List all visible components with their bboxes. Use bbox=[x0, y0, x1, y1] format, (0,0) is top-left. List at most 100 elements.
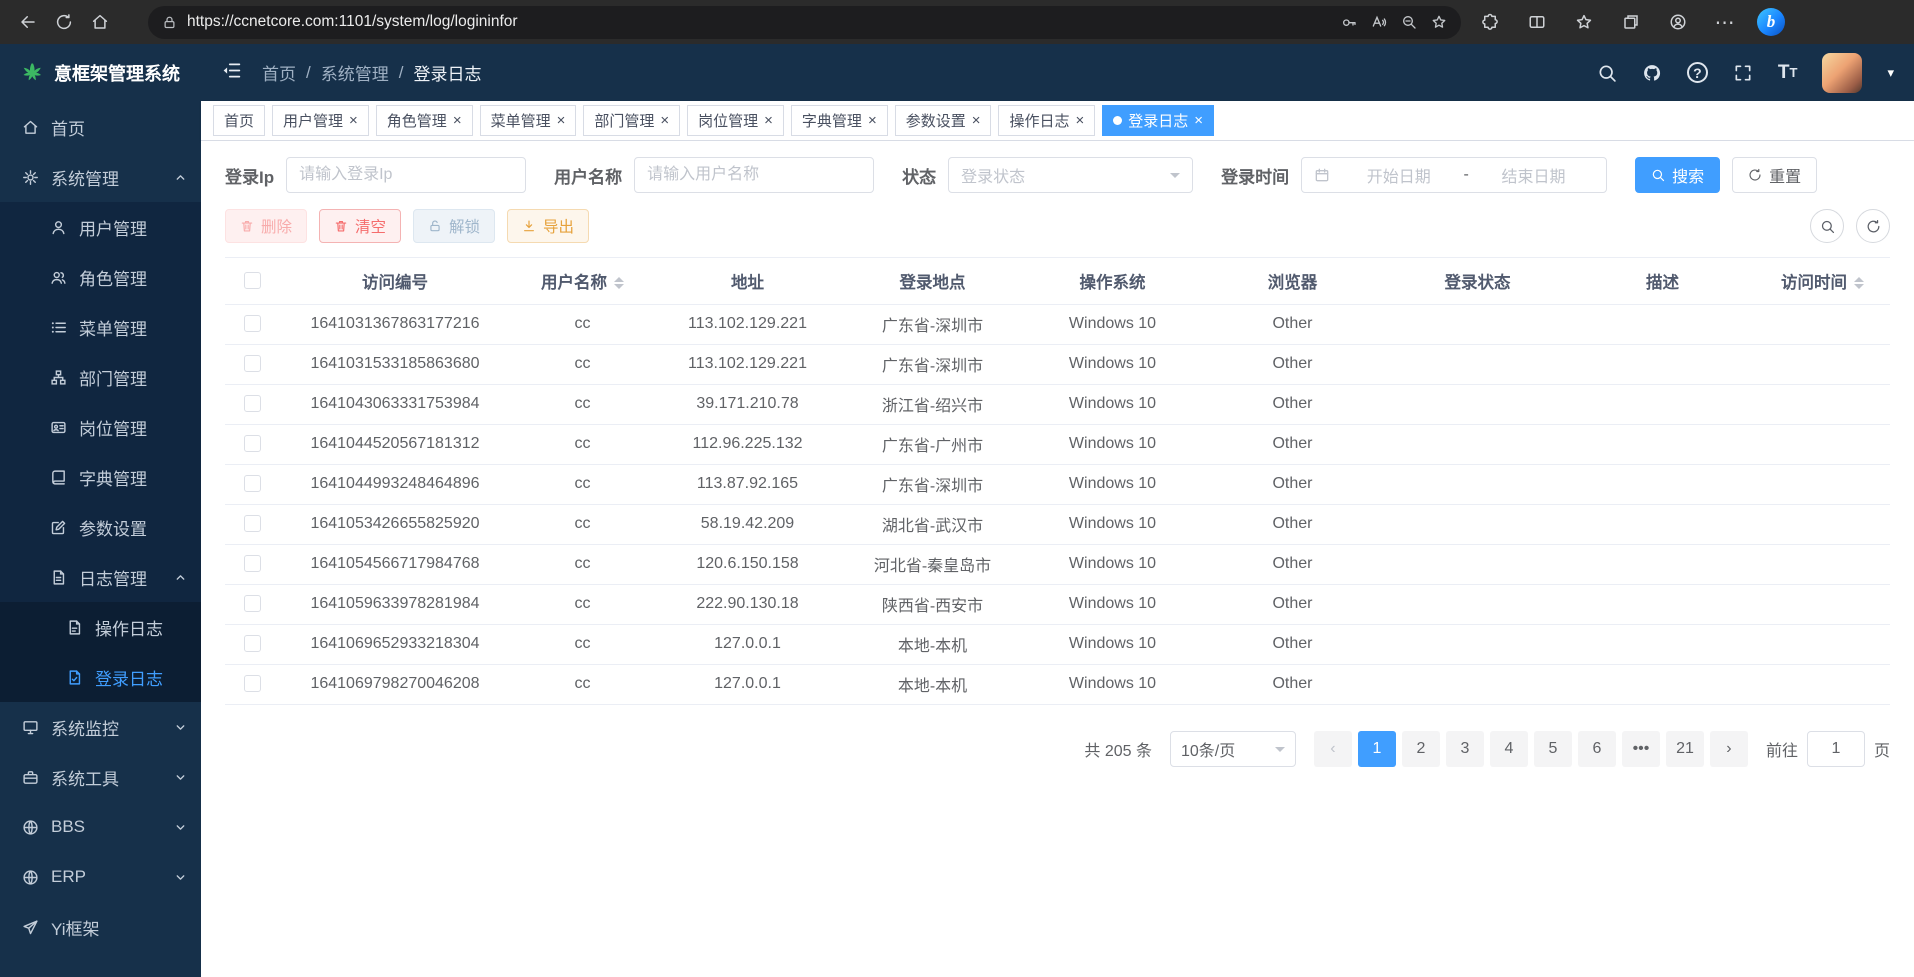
favorites-star-icon[interactable] bbox=[1431, 14, 1447, 30]
sidebar-item-bbs[interactable]: BBS bbox=[0, 802, 201, 852]
reset-button[interactable]: 重置 bbox=[1732, 157, 1817, 193]
help-icon[interactable]: ? bbox=[1687, 62, 1708, 83]
url-text[interactable]: https://ccnetcore.com:1101/system/log/lo… bbox=[187, 13, 1327, 31]
address-bar[interactable]: https://ccnetcore.com:1101/system/log/lo… bbox=[148, 6, 1461, 39]
split-screen-icon[interactable] bbox=[1522, 7, 1552, 37]
row-checkbox[interactable] bbox=[244, 435, 261, 452]
tab-close-icon[interactable]: × bbox=[764, 113, 773, 128]
tab-role-mgmt[interactable]: 角色管理× bbox=[376, 105, 473, 136]
filter-ip-input[interactable] bbox=[286, 157, 526, 193]
row-checkbox[interactable] bbox=[244, 675, 261, 692]
tab-user-mgmt[interactable]: 用户管理× bbox=[272, 105, 369, 136]
sidebar-item-system-mgmt[interactable]: 系统管理 bbox=[0, 152, 201, 202]
tab-post-mgmt[interactable]: 岗位管理× bbox=[687, 105, 784, 136]
sidebar-item-user-mgmt[interactable]: 用户管理 bbox=[0, 202, 201, 252]
sidebar-item-yi-framework[interactable]: Yi框架 bbox=[0, 902, 201, 952]
sidebar-item-dept-mgmt[interactable]: 部门管理 bbox=[0, 352, 201, 402]
user-avatar[interactable] bbox=[1822, 53, 1862, 93]
tab-close-icon[interactable]: × bbox=[557, 113, 566, 128]
sort-caret-icon[interactable] bbox=[614, 277, 624, 289]
export-button[interactable]: 导出 bbox=[507, 209, 589, 243]
tab-menu-mgmt[interactable]: 菜单管理× bbox=[480, 105, 577, 136]
refresh-table-button[interactable] bbox=[1856, 209, 1890, 243]
github-icon[interactable] bbox=[1642, 63, 1662, 83]
favorites-bar-icon[interactable] bbox=[1569, 7, 1599, 37]
sidebar-item-menu-mgmt[interactable]: 菜单管理 bbox=[0, 302, 201, 352]
browser-back-button[interactable] bbox=[10, 4, 46, 40]
tab-operation-log[interactable]: 操作日志× bbox=[998, 105, 1095, 136]
sidebar-item-login-log[interactable]: 登录日志 bbox=[0, 652, 201, 702]
sidebar-item-param-settings[interactable]: 参数设置 bbox=[0, 502, 201, 552]
browser-profile-icon[interactable] bbox=[1663, 7, 1693, 37]
tab-param-settings[interactable]: 参数设置× bbox=[895, 105, 992, 136]
row-checkbox[interactable] bbox=[244, 595, 261, 612]
select-all-checkbox[interactable] bbox=[244, 272, 261, 289]
page-button-last[interactable]: 21 bbox=[1666, 731, 1704, 767]
sidebar-item-role-mgmt[interactable]: 角色管理 bbox=[0, 252, 201, 302]
sidebar-toggle-icon[interactable] bbox=[221, 60, 242, 84]
sidebar-item-erp[interactable]: ERP bbox=[0, 852, 201, 902]
page-button-2[interactable]: 2 bbox=[1402, 731, 1440, 767]
row-checkbox[interactable] bbox=[244, 355, 261, 372]
tab-close-icon[interactable]: × bbox=[660, 113, 669, 128]
date-start-placeholder[interactable]: 开始日期 bbox=[1338, 163, 1459, 187]
collections-icon[interactable] bbox=[1616, 7, 1646, 37]
date-end-placeholder[interactable]: 结束日期 bbox=[1473, 163, 1594, 187]
bing-icon[interactable]: b bbox=[1757, 8, 1785, 36]
row-checkbox[interactable] bbox=[244, 475, 261, 492]
extensions-icon[interactable] bbox=[1475, 7, 1505, 37]
sidebar-item-log-mgmt[interactable]: 日志管理 bbox=[0, 552, 201, 602]
sidebar-item-dict-mgmt[interactable]: 字典管理 bbox=[0, 452, 201, 502]
page-ellipsis-button[interactable]: ••• bbox=[1622, 731, 1660, 767]
sidebar-item-post-mgmt[interactable]: 岗位管理 bbox=[0, 402, 201, 452]
filter-user-input[interactable] bbox=[634, 157, 874, 193]
tab-close-icon[interactable]: × bbox=[868, 113, 877, 128]
font-size-icon[interactable]: TT bbox=[1778, 62, 1798, 84]
column-header-user[interactable]: 用户名称 bbox=[510, 258, 655, 304]
page-button-1[interactable]: 1 bbox=[1358, 731, 1396, 767]
row-checkbox[interactable] bbox=[244, 555, 261, 572]
avatar-caret-icon[interactable]: ▾ bbox=[1887, 65, 1894, 81]
zoom-out-icon[interactable] bbox=[1401, 14, 1417, 30]
browser-refresh-button[interactable] bbox=[46, 4, 82, 40]
sidebar-item-home[interactable]: 首页 bbox=[0, 102, 201, 152]
page-button-5[interactable]: 5 bbox=[1534, 731, 1572, 767]
password-key-icon[interactable] bbox=[1341, 14, 1357, 30]
unlock-button[interactable]: 解锁 bbox=[413, 209, 495, 243]
clear-button[interactable]: 清空 bbox=[319, 209, 401, 243]
page-size-select[interactable]: 10条/页 bbox=[1170, 731, 1296, 767]
search-button[interactable]: 搜索 bbox=[1635, 157, 1720, 193]
page-button-6[interactable]: 6 bbox=[1578, 731, 1616, 767]
browser-home-button[interactable] bbox=[82, 4, 118, 40]
site-info-lock-icon[interactable] bbox=[162, 15, 177, 30]
sort-caret-icon[interactable] bbox=[1854, 277, 1864, 289]
tab-close-icon[interactable]: × bbox=[1076, 113, 1085, 128]
next-page-button[interactable]: › bbox=[1710, 731, 1748, 767]
tab-dict-mgmt[interactable]: 字典管理× bbox=[791, 105, 888, 136]
tab-login-log[interactable]: 登录日志× bbox=[1102, 105, 1214, 136]
fullscreen-icon[interactable] bbox=[1733, 63, 1753, 83]
toggle-search-button[interactable] bbox=[1810, 209, 1844, 243]
tab-close-icon[interactable]: × bbox=[453, 113, 462, 128]
row-checkbox[interactable] bbox=[244, 635, 261, 652]
header-search-icon[interactable] bbox=[1597, 63, 1617, 83]
prev-page-button[interactable]: ‹ bbox=[1314, 731, 1352, 767]
tab-close-icon[interactable]: × bbox=[972, 113, 981, 128]
filter-status-select[interactable]: 登录状态 bbox=[948, 157, 1193, 193]
tab-close-icon[interactable]: × bbox=[349, 113, 358, 128]
page-button-4[interactable]: 4 bbox=[1490, 731, 1528, 767]
tab-close-icon[interactable]: × bbox=[1194, 113, 1203, 128]
breadcrumb-home[interactable]: 首页 bbox=[262, 60, 296, 85]
page-button-3[interactable]: 3 bbox=[1446, 731, 1484, 767]
sidebar-item-system-monitor[interactable]: 系统监控 bbox=[0, 702, 201, 752]
tab-home[interactable]: 首页 bbox=[213, 105, 265, 136]
tab-dept-mgmt[interactable]: 部门管理× bbox=[583, 105, 680, 136]
row-checkbox[interactable] bbox=[244, 395, 261, 412]
delete-button[interactable]: 删除 bbox=[225, 209, 307, 243]
filter-date-range[interactable]: 开始日期 - 结束日期 bbox=[1301, 157, 1607, 193]
sidebar-item-operation-log[interactable]: 操作日志 bbox=[0, 602, 201, 652]
breadcrumb-system-mgmt[interactable]: 系统管理 bbox=[321, 60, 389, 85]
sidebar-item-system-tools[interactable]: 系统工具 bbox=[0, 752, 201, 802]
row-checkbox[interactable] bbox=[244, 315, 261, 332]
browser-menu-icon[interactable]: ⋯ bbox=[1710, 7, 1740, 37]
